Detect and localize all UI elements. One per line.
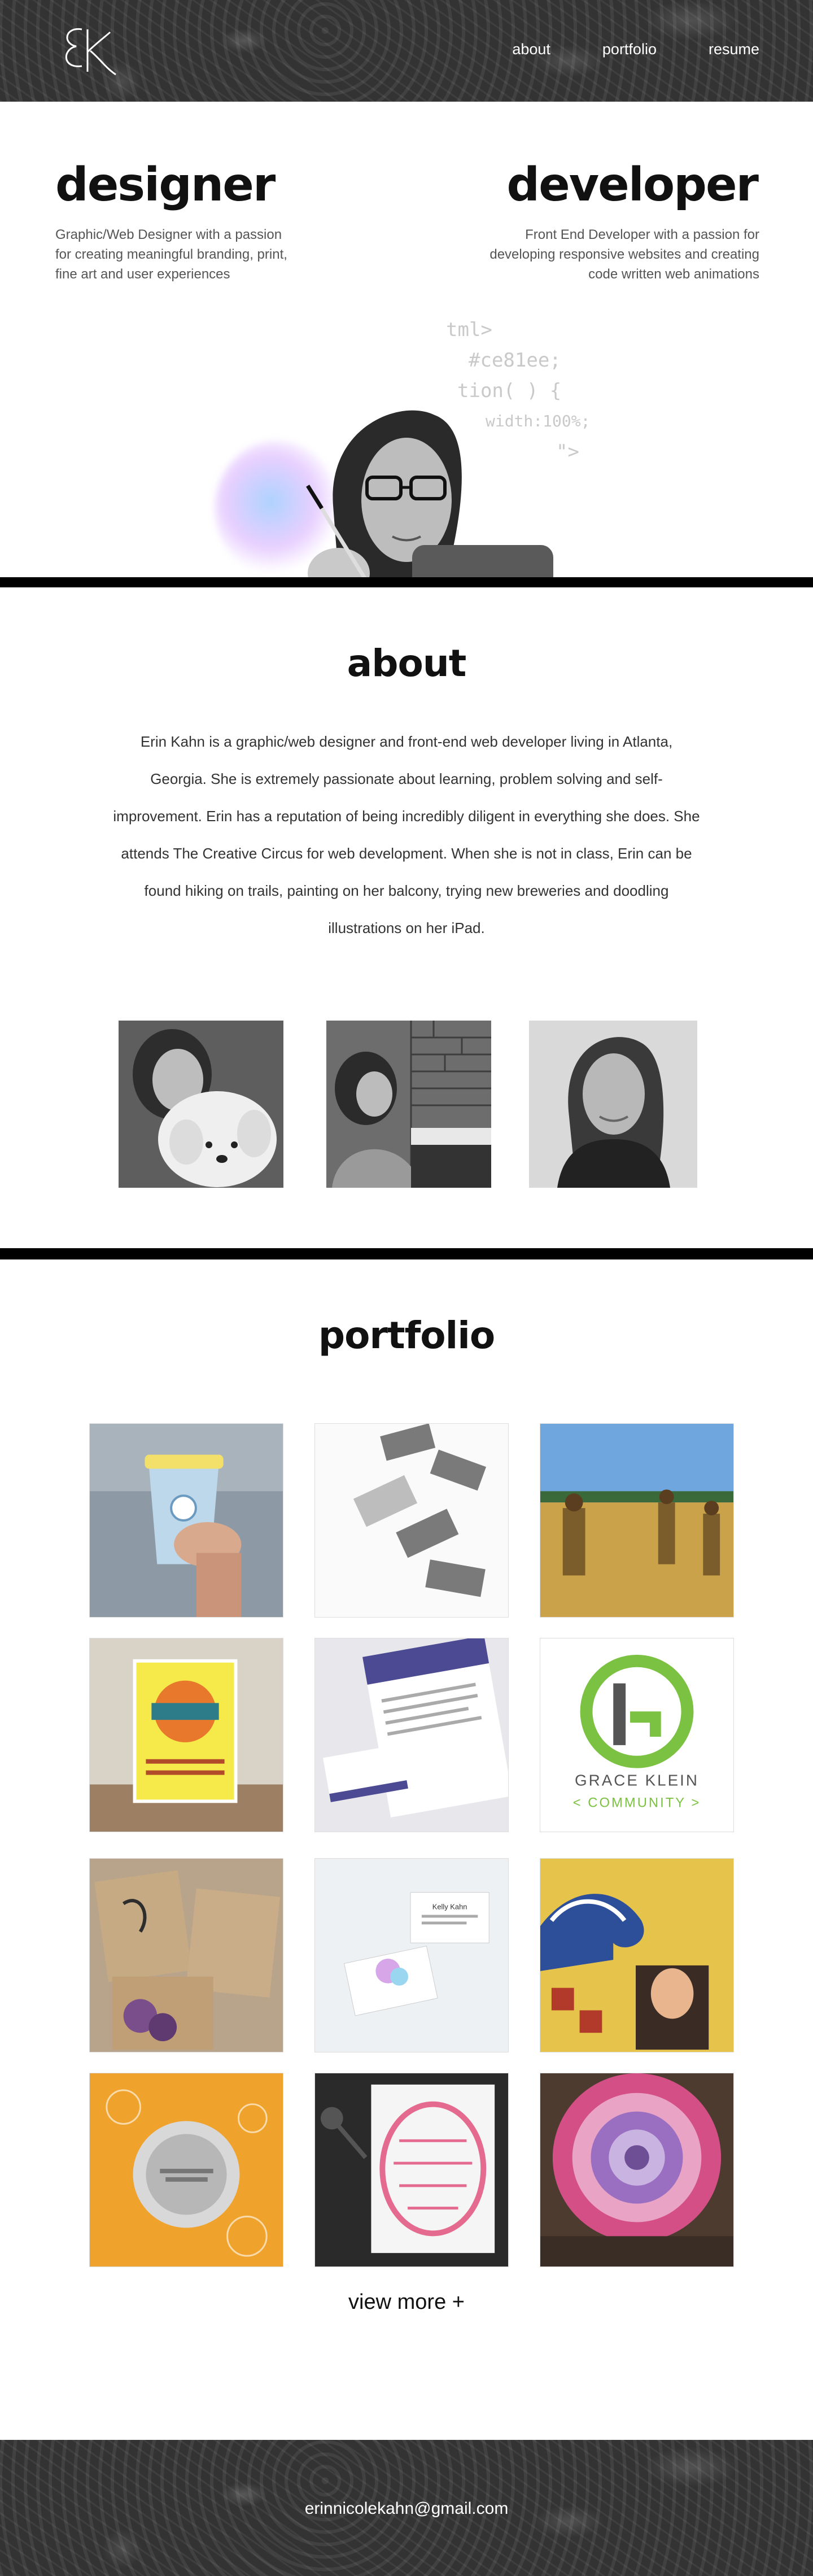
site-header: about portfolio resume xyxy=(0,0,813,102)
portfolio-tile-eagles-wings-poster[interactable] xyxy=(89,1638,283,1832)
portfolio-tile-wheat-field[interactable] xyxy=(540,1423,734,1618)
hero-section: designer Graphic/Web Designer with a pas… xyxy=(0,102,813,678)
portfolio-tile-orange-stamp[interactable] xyxy=(89,2073,283,2267)
portfolio-heading: portfolio xyxy=(318,1314,495,1357)
about-paragraph: Erin Kahn is a graphic/web designer and … xyxy=(113,733,700,936)
portfolio-tile-kelly-kahn-cards[interactable]: Kelly Kahn xyxy=(314,1858,509,2052)
about-photo-portrait xyxy=(529,1021,697,1188)
code-line: tml> xyxy=(446,319,492,341)
portfolio-tile-great-wave[interactable] xyxy=(540,1858,734,2052)
contact-email-link[interactable]: erinnicolekahn@gmail.com xyxy=(0,2499,813,2518)
portfolio-tile-flower-painting[interactable] xyxy=(540,2073,734,2267)
section-divider xyxy=(0,577,813,587)
designer-heading: designer xyxy=(55,158,276,212)
portfolio-section: portfolio GRACE KLEIN < COMMUNITY > Kell… xyxy=(0,1259,813,2440)
code-line: #ce81ee; xyxy=(469,349,561,372)
about-heading: about xyxy=(347,642,467,685)
portfolio-tile-business-cards[interactable] xyxy=(314,1423,509,1618)
designer-description: Graphic/Web Designer with a passion for … xyxy=(55,227,287,282)
view-more-link[interactable]: view more + xyxy=(0,2290,813,2315)
nav-portfolio[interactable]: portfolio xyxy=(602,41,657,58)
portfolio-tile-grace-klein-logo[interactable]: GRACE KLEIN < COMMUNITY > xyxy=(540,1638,734,1832)
card-name-text: Kelly Kahn xyxy=(432,1902,467,1911)
developer-heading: developer xyxy=(506,158,759,212)
developer-description: Front End Developer with a passion for d… xyxy=(489,227,759,282)
portfolio-tile-lettering-print[interactable] xyxy=(314,2073,509,2267)
nav-about[interactable]: about xyxy=(512,41,550,58)
grace-klein-wordmark: GRACE KLEIN xyxy=(575,1771,699,1789)
portfolio-tile-coffee-cup[interactable] xyxy=(89,1423,283,1618)
main-nav: about portfolio resume xyxy=(512,41,759,58)
ek-logo[interactable] xyxy=(54,18,121,86)
about-photo-dog xyxy=(119,1021,283,1188)
site-footer: erinnicolekahn@gmail.com xyxy=(0,2440,813,2576)
portfolio-tile-clover-hill[interactable] xyxy=(89,1858,283,2052)
portfolio-tile-stationery[interactable] xyxy=(314,1638,509,1832)
grace-klein-subtitle: < COMMUNITY > xyxy=(573,1795,701,1810)
about-section: about Erin Kahn is a graphic/web designe… xyxy=(0,587,813,1248)
section-divider xyxy=(0,1248,813,1259)
nav-resume[interactable]: resume xyxy=(709,41,759,58)
about-photo-piano xyxy=(326,1021,491,1188)
